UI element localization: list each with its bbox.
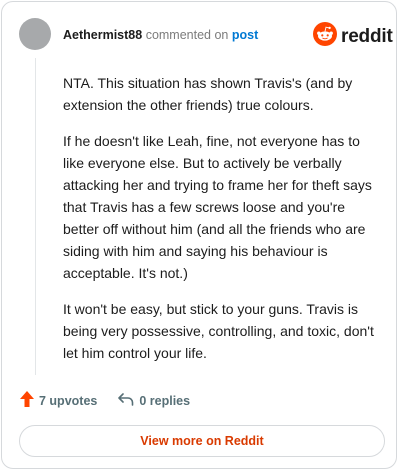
comment-actions: 7 upvotes 0 replies	[20, 391, 190, 410]
comment-paragraph: NTA. This situation has shown Travis's (…	[63, 75, 353, 113]
username[interactable]: Aethermist88	[63, 28, 142, 42]
reddit-wordmark: reddit	[341, 25, 393, 47]
user-avatar[interactable]	[19, 18, 51, 50]
comment-body: NTA. This situation has shown Travis's (…	[63, 72, 381, 378]
upvote-arrow-icon	[20, 391, 39, 410]
reddit-brand[interactable]: reddit	[313, 22, 393, 51]
commented-on-text: commented on	[145, 28, 229, 42]
comment-header: Aethermist88 commented on post	[63, 27, 258, 43]
reddit-alien-icon	[313, 22, 337, 51]
comment-paragraph: It won't be easy, but stick to your guns…	[63, 301, 374, 361]
reply-arrow-icon	[117, 392, 139, 410]
upvote-button[interactable]: 7 upvotes	[20, 391, 97, 410]
replies-button[interactable]: 0 replies	[117, 392, 190, 410]
post-link[interactable]: post	[232, 28, 258, 42]
thread-line[interactable]	[35, 58, 36, 375]
upvote-count: 7 upvotes	[39, 393, 98, 408]
view-more-button[interactable]: View more on Reddit	[19, 425, 385, 457]
comment-paragraph: If he doesn't like Leah, fine, not every…	[63, 133, 372, 281]
comment-embed-card: Aethermist88 commented on post reddit NT…	[1, 1, 397, 469]
reply-count: 0 replies	[139, 393, 191, 408]
